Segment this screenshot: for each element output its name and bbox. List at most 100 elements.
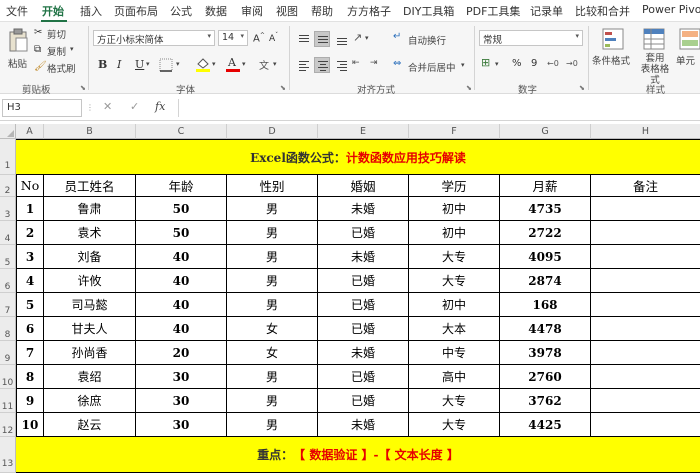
fill-color-icon[interactable] bbox=[195, 56, 211, 72]
cell-gender[interactable]: 男 bbox=[227, 197, 318, 221]
format-as-table-button[interactable]: 套用 表格格式 bbox=[637, 26, 671, 86]
cell-age[interactable]: 40 bbox=[136, 293, 227, 317]
column-header-c[interactable]: C bbox=[136, 124, 227, 139]
menu-pdf-tools[interactable]: PDF工具集 bbox=[466, 3, 520, 19]
row-header-13[interactable]: 13 bbox=[0, 437, 16, 473]
cell-salary[interactable]: 3978 bbox=[500, 341, 591, 365]
cell-age[interactable]: 40 bbox=[136, 269, 227, 293]
menu-data[interactable]: 数据 bbox=[205, 3, 227, 19]
header-cell-notes[interactable]: 备注 bbox=[591, 175, 700, 197]
cell-name[interactable]: 袁绍 bbox=[44, 365, 136, 389]
column-header-f[interactable]: F bbox=[409, 124, 500, 139]
cell-education[interactable]: 初中 bbox=[409, 293, 500, 317]
cell-gender[interactable]: 男 bbox=[227, 413, 318, 437]
header-cell-salary[interactable]: 月薪 bbox=[500, 175, 591, 197]
cell-gender[interactable]: 男 bbox=[227, 389, 318, 413]
decrease-indent-icon[interactable]: ⇤ bbox=[352, 58, 360, 68]
copy-button[interactable]: 复制 bbox=[47, 44, 66, 58]
cell-age[interactable]: 50 bbox=[136, 221, 227, 245]
column-header-b[interactable]: B bbox=[44, 124, 136, 139]
enter-icon[interactable]: ✓ bbox=[130, 100, 139, 113]
row-header-1[interactable]: 1 bbox=[0, 139, 16, 175]
column-header-g[interactable]: G bbox=[500, 124, 591, 139]
font-color-dropdown-icon[interactable]: ▾ bbox=[242, 60, 246, 68]
decrease-font-icon[interactable]: Aˇ bbox=[269, 32, 278, 44]
cell-no[interactable]: 1 bbox=[16, 197, 44, 221]
cell-age[interactable]: 40 bbox=[136, 317, 227, 341]
cell-name[interactable]: 鲁肃 bbox=[44, 197, 136, 221]
borders-dropdown-icon[interactable]: ▾ bbox=[176, 60, 180, 68]
decrease-decimal-icon[interactable]: →0 bbox=[566, 59, 578, 68]
borders-icon[interactable] bbox=[159, 58, 173, 72]
cell-gender[interactable]: 女 bbox=[227, 341, 318, 365]
orientation-dropdown-icon[interactable]: ▾ bbox=[365, 34, 369, 42]
cell-gender[interactable]: 男 bbox=[227, 221, 318, 245]
cell-marital[interactable]: 已婚 bbox=[318, 389, 409, 413]
currency-dropdown-icon[interactable]: ▾ bbox=[495, 60, 499, 68]
increase-decimal-icon[interactable]: ←0 bbox=[547, 59, 559, 68]
cell-name[interactable]: 袁术 bbox=[44, 221, 136, 245]
cell-notes[interactable] bbox=[591, 197, 700, 221]
align-left-button[interactable] bbox=[295, 57, 311, 73]
cell-salary[interactable]: 4425 bbox=[500, 413, 591, 437]
footer-banner[interactable]: 重点：【 数据验证 】-【 文本长度 】 bbox=[16, 437, 700, 473]
cell-marital[interactable]: 已婚 bbox=[318, 293, 409, 317]
column-header-a[interactable]: A bbox=[16, 124, 44, 139]
merge-center-button[interactable]: 合并后居中 bbox=[408, 60, 456, 74]
cell-education[interactable]: 大专 bbox=[409, 269, 500, 293]
increase-font-icon[interactable]: A^ bbox=[253, 32, 265, 44]
cell-marital[interactable]: 已婚 bbox=[318, 221, 409, 245]
paste-button[interactable]: 粘贴 bbox=[4, 26, 32, 74]
cell-education[interactable]: 高中 bbox=[409, 365, 500, 389]
cell-age[interactable]: 40 bbox=[136, 245, 227, 269]
cell-no[interactable]: 10 bbox=[16, 413, 44, 437]
cell-no[interactable]: 4 bbox=[16, 269, 44, 293]
menu-review[interactable]: 审阅 bbox=[241, 3, 263, 19]
menu-compare-merge[interactable]: 比较和合并 bbox=[575, 3, 630, 19]
cell-age[interactable]: 20 bbox=[136, 341, 227, 365]
cell-salary[interactable]: 4095 bbox=[500, 245, 591, 269]
menu-page-layout[interactable]: 页面布局 bbox=[114, 3, 158, 19]
cell-marital[interactable]: 已婚 bbox=[318, 365, 409, 389]
italic-button[interactable]: I bbox=[117, 58, 121, 71]
currency-icon[interactable]: ⊞ bbox=[481, 56, 490, 69]
align-right-button[interactable] bbox=[333, 57, 349, 73]
cell-name[interactable]: 赵云 bbox=[44, 413, 136, 437]
menu-power-pivot[interactable]: Power Pivot bbox=[642, 3, 700, 16]
align-bottom-button[interactable] bbox=[333, 31, 349, 47]
cell-no[interactable]: 7 bbox=[16, 341, 44, 365]
cell-salary[interactable]: 2722 bbox=[500, 221, 591, 245]
cell-name[interactable]: 甘夫人 bbox=[44, 317, 136, 341]
row-header-5[interactable]: 5 bbox=[0, 245, 16, 269]
cell-age[interactable]: 30 bbox=[136, 413, 227, 437]
font-color-icon[interactable]: A bbox=[226, 56, 240, 72]
alignment-launcher-icon[interactable]: ⬊ bbox=[466, 84, 472, 92]
cell-name[interactable]: 司马懿 bbox=[44, 293, 136, 317]
header-cell-marital[interactable]: 婚姻 bbox=[318, 175, 409, 197]
cell-education[interactable]: 中专 bbox=[409, 341, 500, 365]
cancel-icon[interactable]: ✕ bbox=[103, 100, 112, 113]
cell-styles-button[interactable]: 单元 bbox=[675, 26, 700, 78]
underline-button[interactable]: U bbox=[135, 58, 144, 71]
cell-name[interactable]: 许攸 bbox=[44, 269, 136, 293]
name-box[interactable]: H3 bbox=[2, 99, 82, 117]
cell-no[interactable]: 9 bbox=[16, 389, 44, 413]
fill-color-dropdown-icon[interactable]: ▾ bbox=[212, 60, 216, 68]
column-header-h[interactable]: H bbox=[591, 124, 700, 139]
cell-no[interactable]: 3 bbox=[16, 245, 44, 269]
cell-notes[interactable] bbox=[591, 317, 700, 341]
header-cell-gender[interactable]: 性别 bbox=[227, 175, 318, 197]
underline-dropdown-icon[interactable]: ▾ bbox=[146, 60, 150, 68]
menu-fangfang[interactable]: 方方格子 bbox=[347, 3, 391, 19]
cell-notes[interactable] bbox=[591, 221, 700, 245]
cell-notes[interactable] bbox=[591, 245, 700, 269]
cell-salary[interactable]: 2874 bbox=[500, 269, 591, 293]
cell-gender[interactable]: 男 bbox=[227, 245, 318, 269]
cell-salary[interactable]: 168 bbox=[500, 293, 591, 317]
cut-button[interactable]: 剪切 bbox=[47, 27, 66, 41]
cell-notes[interactable] bbox=[591, 293, 700, 317]
row-header-10[interactable]: 10 bbox=[0, 365, 16, 389]
cell-gender[interactable]: 女 bbox=[227, 317, 318, 341]
row-header-2[interactable]: 2 bbox=[0, 175, 16, 197]
cell-name[interactable]: 徐庶 bbox=[44, 389, 136, 413]
